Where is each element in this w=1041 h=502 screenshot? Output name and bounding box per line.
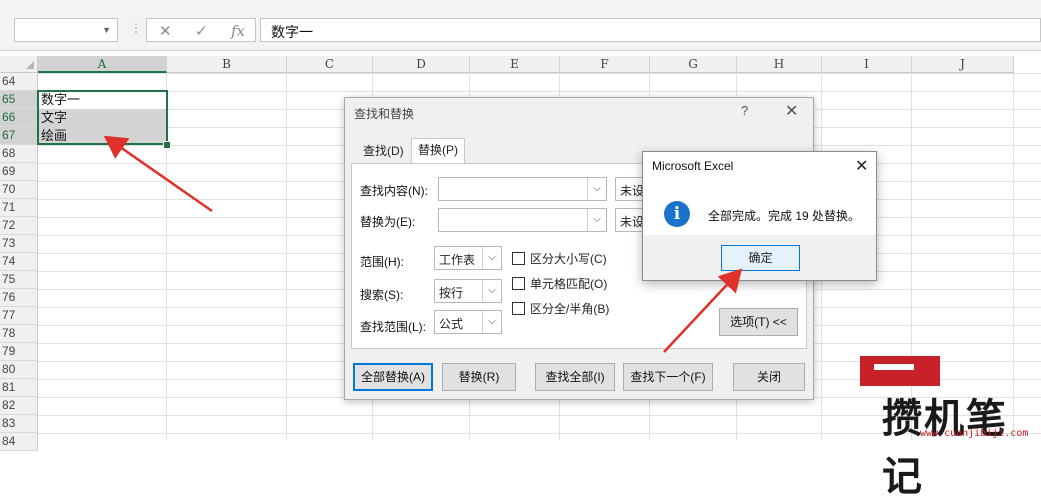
logo-url: www.cuanjibiji.com bbox=[920, 428, 1029, 439]
logo-red-block bbox=[860, 356, 940, 386]
logo-white-bar bbox=[874, 364, 914, 370]
arrow-to-cells bbox=[103, 135, 213, 213]
watermark-logo: 攒机笔记 www.cuanjibiji.com bbox=[830, 356, 1041, 500]
arrow-to-ok-button bbox=[663, 268, 743, 353]
logo-text: 攒机笔记 bbox=[882, 396, 1008, 500]
